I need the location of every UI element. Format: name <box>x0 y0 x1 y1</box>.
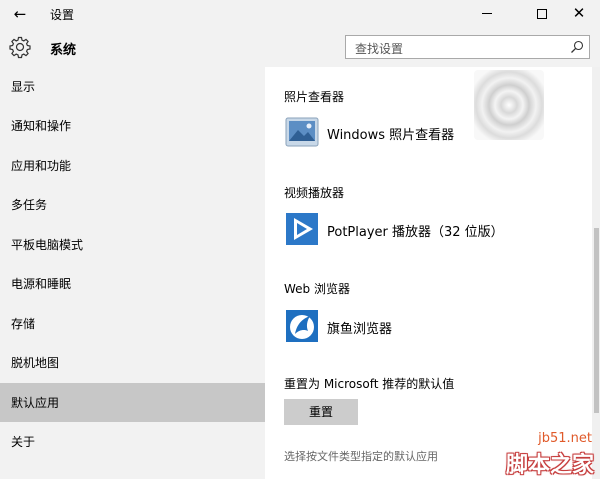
web-browser-app-name: 旗鱼浏览器 <box>327 322 393 337</box>
sidebar-item-label: 关于 <box>11 435 36 449</box>
reset-heading: 重置为 Microsoft 推荐的默认值 <box>284 377 455 391</box>
potplayer-icon <box>286 213 318 245</box>
sidebar-item-power-sleep[interactable]: 电源和睡眠 <box>0 264 265 303</box>
sidebar-item-offline-maps[interactable]: 脱机地图 <box>0 343 265 382</box>
sidebar-item-notifications[interactable]: 通知和操作 <box>0 106 265 145</box>
sidebar-item-label: 电源和睡眠 <box>11 277 72 291</box>
sidebar-item-label: 多任务 <box>11 198 48 212</box>
sidebar-item-label: 默认应用 <box>11 396 60 410</box>
sidebar-item-multitasking[interactable]: 多任务 <box>0 185 265 224</box>
sidebar-item-label: 显示 <box>11 80 36 94</box>
watermark-brand: 脚本之家 <box>505 453 594 478</box>
watermark-url: jb51.net <box>538 431 592 446</box>
default-apps-panel: 照片查看器 Windows 照片查看器 视频播放器 PotPlayer 播放器（… <box>265 67 600 479</box>
settings-header: 系统 查找设置 <box>0 27 600 67</box>
photo-viewer-app-name: Windows 照片查看器 <box>327 128 455 143</box>
section-title: 系统 <box>50 43 77 58</box>
sidebar-nav: 显示 通知和操作 应用和功能 多任务 平板电脑模式 电源和睡眠 存储 脱机地图 … <box>0 67 265 479</box>
photo-viewer-icon <box>285 117 319 147</box>
sidebar-item-label: 脱机地图 <box>11 356 60 370</box>
photo-viewer-app-button[interactable]: Windows 照片查看器 <box>284 115 574 153</box>
video-player-app-button[interactable]: PotPlayer 播放器（32 位版） <box>284 212 574 250</box>
sidebar-item-label: 通知和操作 <box>11 119 72 133</box>
search-input[interactable]: 查找设置 <box>345 35 590 59</box>
minimize-button[interactable] <box>464 0 510 27</box>
watermark: jb51.net 脚本之家 <box>500 431 598 478</box>
close-button[interactable]: ✕ <box>556 0 600 27</box>
scrollbar-thumb[interactable] <box>594 228 599 413</box>
video-player-app-name: PotPlayer 播放器（32 位版） <box>327 225 504 240</box>
close-icon: ✕ <box>572 4 586 22</box>
web-browser-heading: Web 浏览器 <box>284 282 350 296</box>
maximize-icon <box>537 8 547 19</box>
title-bar: ← 设置 ✕ <box>0 0 600 27</box>
sidebar-item-storage[interactable]: 存储 <box>0 304 265 343</box>
sidebar-item-about[interactable]: 关于 <box>0 422 265 461</box>
minimize-icon <box>482 13 492 14</box>
gear-icon <box>9 36 31 59</box>
sidebar-item-label: 平板电脑模式 <box>11 238 84 252</box>
search-icon[interactable] <box>570 40 584 54</box>
reset-button[interactable]: 重置 <box>284 399 358 425</box>
sidebar-item-apps-features[interactable]: 应用和功能 <box>0 146 265 185</box>
photo-viewer-heading: 照片查看器 <box>284 90 345 104</box>
sidebar-item-label: 应用和功能 <box>11 159 72 173</box>
sidebar-item-tablet-mode[interactable]: 平板电脑模式 <box>0 225 265 264</box>
browser-icon <box>286 310 318 342</box>
video-player-heading: 视频播放器 <box>284 186 345 200</box>
sidebar-item-default-apps[interactable]: 默认应用 <box>0 383 265 422</box>
sidebar-item-display[interactable]: 显示 <box>0 67 265 106</box>
back-arrow-icon[interactable]: ← <box>10 4 30 24</box>
window-title: 设置 <box>50 8 75 22</box>
search-placeholder: 查找设置 <box>355 42 404 56</box>
choose-by-file-type-link[interactable]: 选择按文件类型指定的默认应用 <box>284 448 438 464</box>
sidebar-item-label: 存储 <box>11 317 36 331</box>
web-browser-app-button[interactable]: 旗鱼浏览器 <box>284 309 574 347</box>
